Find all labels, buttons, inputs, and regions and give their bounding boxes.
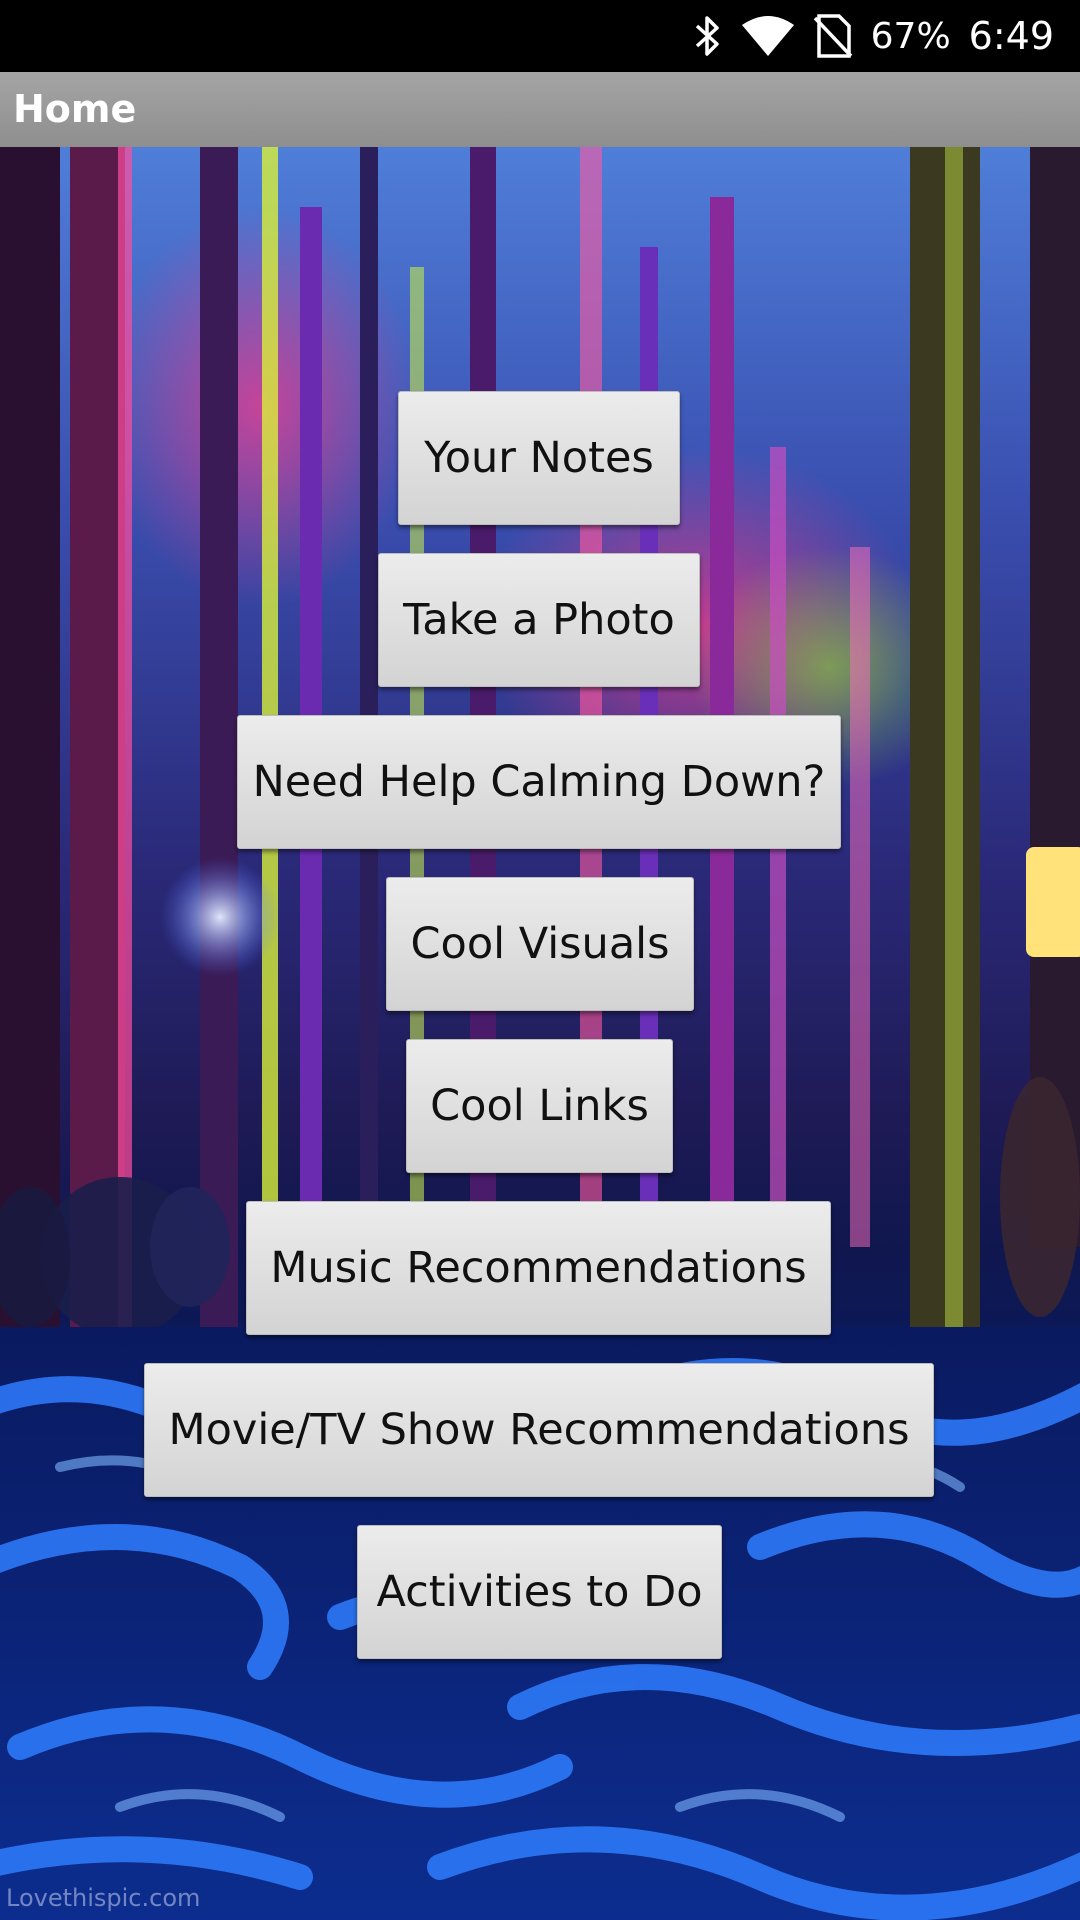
cool-visuals-button[interactable]: Cool Visuals bbox=[386, 877, 694, 1011]
music-recommendations-button[interactable]: Music Recommendations bbox=[246, 1201, 831, 1335]
need-help-calming-down-button[interactable]: Need Help Calming Down? bbox=[237, 715, 841, 849]
wifi-icon bbox=[741, 15, 795, 57]
activities-to-do-button[interactable]: Activities to Do bbox=[357, 1525, 722, 1659]
movie-tv-show-recommendations-button[interactable]: Movie/TV Show Recommendations bbox=[144, 1363, 934, 1497]
no-sim-icon bbox=[813, 14, 853, 58]
your-notes-button[interactable]: Your Notes bbox=[398, 391, 680, 525]
clock: 6:49 bbox=[968, 14, 1054, 58]
action-bar: Home bbox=[0, 72, 1080, 147]
cool-links-button[interactable]: Cool Links bbox=[406, 1039, 673, 1173]
status-icons: 67% 6:49 bbox=[693, 0, 1054, 72]
battery-percent: 67% bbox=[870, 15, 951, 57]
status-bar: 67% 6:49 bbox=[0, 0, 1080, 72]
watermark: Lovethispic.com bbox=[6, 1884, 201, 1912]
take-a-photo-button[interactable]: Take a Photo bbox=[378, 553, 700, 687]
screen: 67% 6:49 Home Lovethispic.com Your Notes… bbox=[0, 0, 1080, 1920]
page-title: Home bbox=[13, 87, 137, 131]
bluetooth-icon bbox=[693, 14, 723, 58]
